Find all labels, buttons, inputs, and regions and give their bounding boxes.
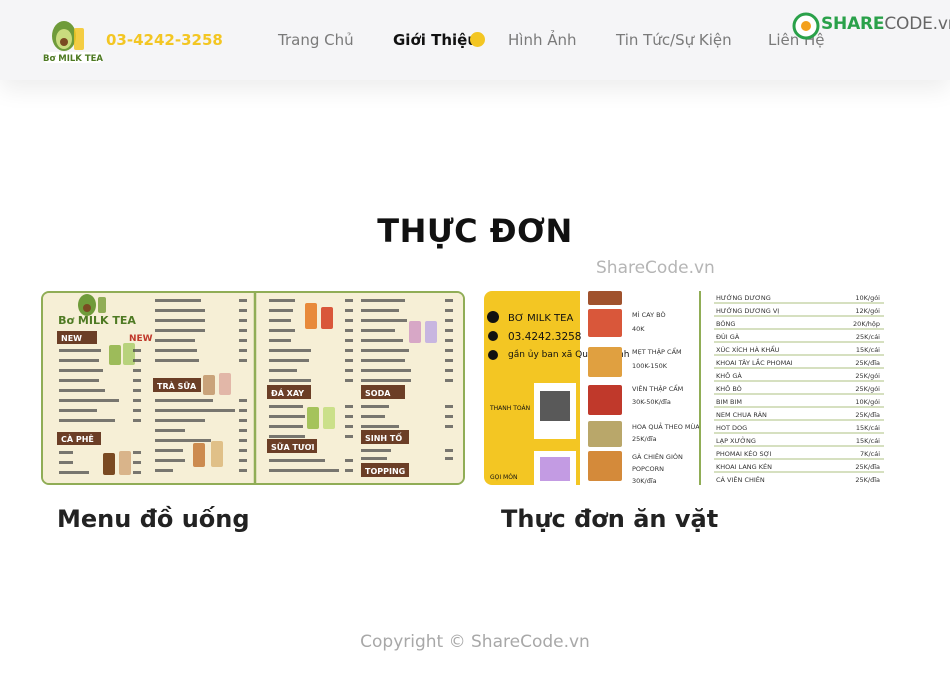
svg-text:25K/đĩa: 25K/đĩa [632,435,657,443]
svg-text:15K/cái: 15K/cái [856,437,880,445]
svg-text:BIM BIM: BIM BIM [716,398,742,406]
svg-text:KHOAI TÂY LẮC PHOMAI: KHOAI TÂY LẮC PHOMAI [716,357,793,367]
nav-about[interactable]: Giới Thiệu [393,31,478,49]
svg-text:KHÔ GÀ: KHÔ GÀ [716,371,742,380]
svg-text:GÀ CHIÊN GIÒN: GÀ CHIÊN GIÒN [632,452,683,461]
svg-text:Bơ MILK TEA: Bơ MILK TEA [58,314,136,327]
svg-text:30K/đĩa: 30K/đĩa [632,477,657,485]
svg-text:25K/đĩa: 25K/đĩa [855,476,880,484]
svg-text:25K/gói: 25K/gói [855,385,880,393]
center-watermark: ShareCode.vn [596,258,715,278]
svg-text:CÁ VIÊN CHIÊN: CÁ VIÊN CHIÊN [716,475,765,484]
svg-text:ĐÙI GÀ: ĐÙI GÀ [716,332,740,341]
svg-text:GỌI MÓN: GỌI MÓN [490,474,517,481]
svg-text:TOPPING: TOPPING [365,467,405,476]
svg-text:MẸT THẬP CẨM: MẸT THẬP CẨM [632,346,682,356]
svg-text:HOT DOG: HOT DOG [716,424,747,432]
svg-text:POPCORN: POPCORN [632,465,664,473]
svg-text:25K/đĩa: 25K/đĩa [855,411,880,419]
svg-text:HƯỚNG DƯƠNG VỊ: HƯỚNG DƯƠNG VỊ [716,306,779,315]
header-phone[interactable]: 03-4242-3258 [106,31,223,49]
svg-text:10K/gói: 10K/gói [855,398,880,406]
svg-text:25K/gói: 25K/gói [855,372,880,380]
svg-text:SODA: SODA [365,389,391,398]
nav-home[interactable]: Trang Chủ [278,31,354,49]
svg-text:15K/cái: 15K/cái [856,346,880,354]
svg-text:40K: 40K [632,325,645,333]
site-header: Bơ MILK TEA 03-4242-3258 Trang Chủ Giới … [0,0,950,80]
nav-news[interactable]: Tin Tức/Sự Kiện [616,31,732,49]
svg-text:12K/gói: 12K/gói [855,307,880,315]
nav-gallery[interactable]: Hình Ảnh [508,31,577,49]
svg-text:100K-150K: 100K-150K [632,362,668,370]
svg-text:25K/đĩa: 25K/đĩa [855,463,880,471]
svg-text:25K/đĩa: 25K/đĩa [855,359,880,367]
svg-text:TRÀ SỮA: TRÀ SỮA [157,380,197,391]
svg-text:LẠP XƯỞNG: LẠP XƯỞNG [716,435,756,445]
drinks-menu-caption[interactable]: Menu đồ uống [57,505,250,533]
active-indicator-dot [470,32,485,47]
svg-text:15K/cái: 15K/cái [856,424,880,432]
svg-text:KHÔ BÒ: KHÔ BÒ [716,384,742,393]
snacks-menu-card[interactable]: BƠ MILK TEA 03.4242.3258 gần ủy ban xã Q… [484,291,909,485]
svg-text:HOA QUẢ THEO MÙA: HOA QUẢ THEO MÙA [632,422,700,431]
svg-text:NEW: NEW [61,334,82,343]
drinks-menu-card[interactable]: Bơ MILK TEA NEW CÀ PHÊ TRÀ SỮA ĐÁ XAY SỮ… [41,291,465,485]
svg-text:7K/cái: 7K/cái [860,450,880,458]
bo-milk-tea-logo[interactable]: Bơ MILK TEA [42,16,104,66]
drinks-menu-image: Bơ MILK TEA NEW CÀ PHÊ TRÀ SỮA ĐÁ XAY SỮ… [43,293,463,483]
svg-text:BÓNG: BÓNG [716,319,735,328]
copyright-watermark: Copyright © ShareCode.vn [360,632,590,652]
svg-text:30K-50K/đĩa: 30K-50K/đĩa [632,398,671,406]
snacks-menu-caption[interactable]: Thực đơn ăn vặt [501,505,718,533]
svg-text:NEM CHUA RÁN: NEM CHUA RÁN [716,410,767,419]
svg-text:KHOAI LANG KÉN: KHOAI LANG KÉN [716,462,772,471]
svg-text:20K/hộp: 20K/hộp [853,320,880,328]
svg-text:BƠ MILK TEA: BƠ MILK TEA [508,313,573,324]
section-title: THỰC ĐƠN [377,212,573,250]
svg-text:ĐÁ XAY: ĐÁ XAY [271,387,304,398]
svg-text:HƯỚNG DƯƠNG: HƯỚNG DƯƠNG [716,293,771,302]
svg-text:CÀ PHÊ: CÀ PHÊ [61,433,94,444]
svg-text:Bơ MILK TEA: Bơ MILK TEA [43,54,103,64]
svg-text:NEW: NEW [129,334,153,344]
svg-text:10K/gói: 10K/gói [855,294,880,302]
svg-text:MÌ CAY BÒ: MÌ CAY BÒ [632,310,666,319]
svg-text:25K/cái: 25K/cái [856,333,880,341]
svg-text:VIÊN THẬP CẨM: VIÊN THẬP CẨM [632,383,683,393]
sharecode-watermark-text: SHARECODE.vn [821,14,950,34]
snacks-menu-image: BƠ MILK TEA 03.4242.3258 gần ủy ban xã Q… [484,291,909,485]
svg-text:PHOMAI KÉO SỢI: PHOMAI KÉO SỢI [716,449,772,458]
svg-text:XÚC XÍCH HÀ KHẨU: XÚC XÍCH HÀ KHẨU [716,344,780,354]
svg-text:THANH TOÁN: THANH TOÁN [489,405,530,412]
svg-text:03.4242.3258: 03.4242.3258 [508,331,581,343]
svg-text:SỮA TƯƠI: SỮA TƯƠI [271,441,315,452]
